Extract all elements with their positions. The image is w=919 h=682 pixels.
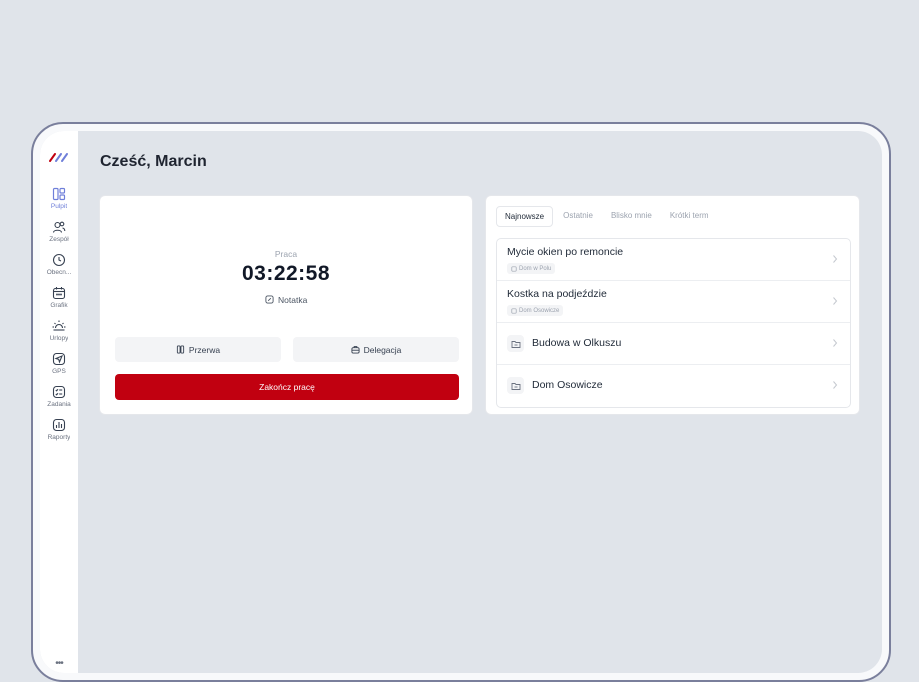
sun-icon [52,320,66,331]
clock-icon [52,253,66,267]
list-item[interactable]: Budowa w Olkuszu [497,323,850,365]
sidebar-item-urlopy[interactable]: Urlopy [40,319,78,342]
tab-ostatnie[interactable]: Ostatnie [555,206,601,227]
sidebar-item-grafik[interactable]: Grafik [40,286,78,309]
tab-krotki-term[interactable]: Krótki term [662,206,717,227]
building-icon [511,307,517,314]
briefcase-icon [351,346,360,354]
reports-icon [52,418,66,432]
sidebar-nav: Pulpit Zespół Obecn... Grafik Urlopy GPS… [40,187,78,441]
sidebar-item-zadania[interactable]: Zadania [40,385,78,408]
sidebar-item-pulpit[interactable]: Pulpit [40,187,78,210]
app-logo [49,153,68,162]
sidebar-item-label: Urlopy [49,335,69,342]
sidebar-item-label: Zespół [49,236,69,243]
tab-najnowsze[interactable]: Najnowsze [496,206,554,227]
device-frame: Pulpit Zespół Obecn... Grafik Urlopy GPS… [31,122,891,682]
tasks-card: Najnowsze Ostatnie Blisko mnie Krótki te… [485,195,860,415]
dashboard-icon [52,187,66,201]
list-item[interactable]: Dom Osowicze [497,365,850,407]
sidebar-item-gps[interactable]: GPS [40,352,78,375]
pause-icon [176,345,185,354]
sidebar-item-zespol[interactable]: Zespół [40,220,78,243]
work-timer: 03:22:58 [241,262,331,285]
task-location-label: Dom w Polu [519,265,552,272]
sidebar-item-label: Zadania [47,401,71,408]
tasks-icon [52,385,66,399]
app-screen: Pulpit Zespół Obecn... Grafik Urlopy GPS… [40,131,882,673]
team-icon [52,221,66,233]
task-title: Mycie okien po remoncie [507,246,624,258]
calendar-icon [52,287,66,300]
list-item[interactable]: Kostka na podjeździe Dom Osowicze [497,281,850,323]
tasks-list: Mycie okien po remoncie Dom w Polu Kostk… [496,238,851,408]
sidebar: Pulpit Zespół Obecn... Grafik Urlopy GPS… [40,131,78,673]
chevron-right-icon [833,255,838,263]
task-title: Kostka na podjeździe [507,288,607,300]
task-title: Dom Osowicze [532,379,603,391]
more-icon[interactable]: ••• [40,658,78,669]
end-work-button[interactable]: Zakończ pracę [115,374,459,400]
tasks-tabs: Najnowsze Ostatnie Blisko mnie Krótki te… [496,206,717,227]
delegation-label: Delegacja [363,344,402,355]
sidebar-item-label: Pulpit [50,203,68,210]
sidebar-item-label: Obecn... [46,269,72,276]
folder-icon [507,335,524,352]
chevron-right-icon [833,339,838,347]
list-item[interactable]: Mycie okien po remoncie Dom w Polu [497,239,850,281]
note-icon [265,295,274,304]
task-title: Budowa w Olkuszu [532,337,622,349]
break-label: Przerwa [188,344,221,355]
work-status-label: Praca [274,249,298,259]
task-location-tag: Dom Osowicze [507,305,564,316]
task-location-tag: Dom w Polu [507,263,556,274]
sidebar-item-label: GPS [52,368,66,375]
note-button[interactable]: Notatka [100,294,472,305]
gps-icon [52,352,66,366]
sidebar-item-raporty[interactable]: Raporty [40,418,78,441]
tab-blisko-mnie[interactable]: Blisko mnie [603,206,660,227]
delegation-button[interactable]: Delegacja [293,337,459,362]
note-label: Notatka [278,294,308,305]
sidebar-item-label: Raporty [47,434,71,441]
page-title: Cześć, Marcin [100,153,207,170]
break-button[interactable]: Przerwa [115,337,281,362]
chevron-right-icon [833,297,838,305]
folder-icon [507,377,524,394]
task-location-label: Dom Osowicze [519,307,560,314]
sidebar-item-obecnosc[interactable]: Obecn... [40,253,78,276]
chevron-right-icon [833,381,838,389]
sidebar-item-label: Grafik [50,302,68,309]
building-icon [511,265,517,272]
timer-card: Praca 03:22:58 Notatka Przerwa Delegacja… [99,195,473,415]
